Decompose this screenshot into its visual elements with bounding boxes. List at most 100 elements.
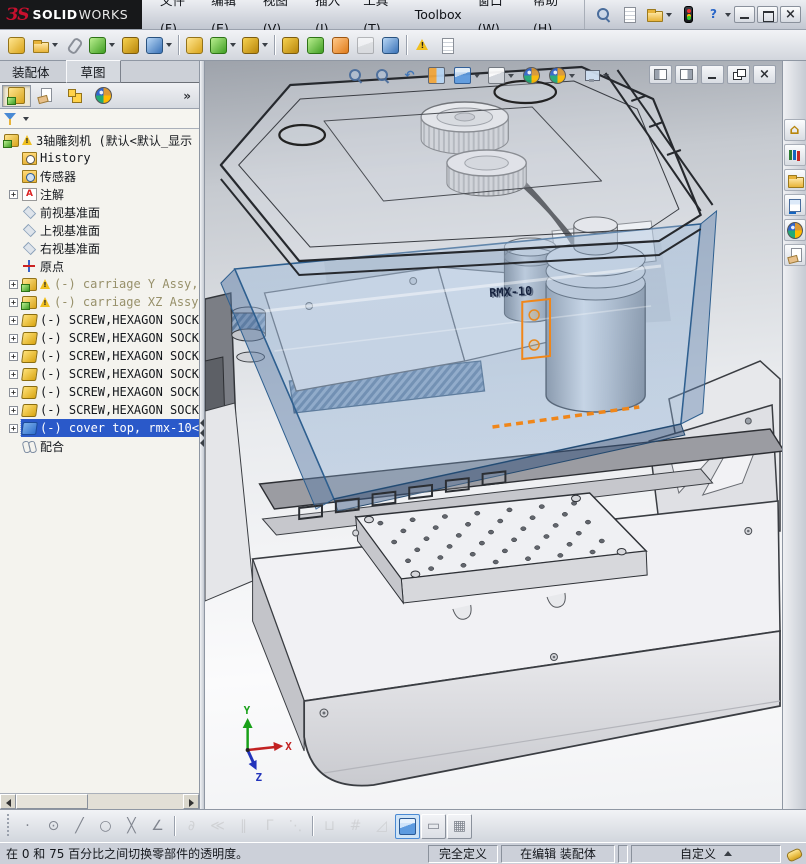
- new-sketch-button[interactable]: [239, 33, 271, 58]
- dropdown-arrow-icon[interactable]: [603, 73, 609, 78]
- custom-properties-button[interactable]: [783, 244, 806, 266]
- relation-perpendicular-button[interactable]: Γ: [257, 814, 282, 839]
- viewport-3d-model[interactable]: RMX-10 RMX-10 Y X Z: [205, 61, 782, 809]
- expand-icon[interactable]: +: [9, 351, 18, 361]
- relation-spline-button[interactable]: ⋱: [283, 814, 308, 839]
- window-minimize-button[interactable]: [734, 6, 755, 23]
- tree-item[interactable]: 前视基准面: [0, 203, 199, 221]
- open-part-button[interactable]: [29, 33, 61, 58]
- toolbar-grip[interactable]: [5, 814, 12, 838]
- panel-horizontal-scrollbar[interactable]: [0, 793, 199, 809]
- zoom-to-area-button[interactable]: [370, 64, 395, 87]
- relation-parallel-button[interactable]: ∥: [231, 814, 256, 839]
- motion-study-button[interactable]: [278, 33, 303, 58]
- tab-assembly[interactable]: 装配体: [6, 61, 56, 82]
- sketch-trim-button[interactable]: ╳: [119, 814, 144, 839]
- expand-icon[interactable]: +: [9, 369, 18, 379]
- displaymanager-button[interactable]: [89, 85, 118, 107]
- sketch-angle-button[interactable]: ∠: [145, 814, 170, 839]
- featuremanager-tree-button[interactable]: [2, 84, 31, 107]
- smart-fasteners-button[interactable]: [118, 33, 143, 58]
- solidworks-resources-button[interactable]: ⌂: [783, 119, 806, 141]
- previous-view-button[interactable]: ↶: [397, 64, 422, 87]
- sketch-point-button[interactable]: ·: [15, 814, 40, 839]
- relation-equal-button[interactable]: ≪: [205, 814, 230, 839]
- tree-item[interactable]: 右视基准面: [0, 239, 199, 257]
- display-style-button[interactable]: [485, 64, 517, 87]
- edit-appearance-button[interactable]: [519, 64, 544, 87]
- open-document-button[interactable]: [643, 2, 675, 27]
- dropdown-arrow-icon[interactable]: [474, 73, 480, 78]
- window-restore-button[interactable]: [757, 6, 778, 23]
- dropdown-arrow-icon[interactable]: [230, 43, 236, 47]
- tree-item[interactable]: + 注解: [0, 185, 199, 203]
- dropdown-arrow-icon[interactable]: [725, 12, 731, 17]
- table-display-button[interactable]: ▦: [447, 813, 472, 839]
- view-orientation-button[interactable]: [451, 64, 483, 87]
- assembly-features-button[interactable]: [207, 33, 239, 58]
- expand-icon[interactable]: +: [9, 279, 18, 289]
- tab-sketch[interactable]: 草图: [65, 60, 121, 83]
- shaded-with-edges-button[interactable]: [395, 813, 420, 839]
- pane-right-button[interactable]: [675, 65, 698, 84]
- sketch-line-button[interactable]: ╱: [67, 814, 92, 839]
- tree-item-selected[interactable]: + (-) cover top, rmx-10<1>: [0, 419, 199, 437]
- configurationmanager-button[interactable]: [60, 85, 89, 107]
- interference-detection-button[interactable]: [410, 33, 435, 58]
- move-component-button[interactable]: [182, 33, 207, 58]
- component-preview-window-button[interactable]: [303, 33, 328, 58]
- status-custom-dropdown[interactable]: 自定义: [631, 844, 781, 863]
- tree-item[interactable]: + (-) SCREW,HEXAGON SOCKET H: [0, 329, 199, 347]
- tree-item[interactable]: + (-) SCREW,HEXAGON SOCKET H: [0, 311, 199, 329]
- tree-item[interactable]: 传感器: [0, 167, 199, 185]
- insert-component-button[interactable]: [4, 33, 29, 58]
- new-document-button[interactable]: [617, 2, 642, 27]
- tree-item[interactable]: + (-) SCREW,HEXAGON SOCKET H: [0, 383, 199, 401]
- sketch-chamfer-button[interactable]: ◿: [369, 814, 394, 839]
- graphics-viewport[interactable]: RMX-10 RMX-10 Y X Z ↶ ×: [205, 61, 782, 809]
- solidworks-rx-button[interactable]: [676, 2, 701, 27]
- zoom-to-fit-button[interactable]: [343, 64, 368, 87]
- dropdown-arrow-icon[interactable]: [569, 73, 575, 78]
- tree-item[interactable]: 原点: [0, 257, 199, 275]
- explode-line-sketch-button[interactable]: [353, 33, 378, 58]
- measure-button[interactable]: [378, 33, 403, 58]
- convert-entities-button[interactable]: ⊔: [317, 814, 342, 839]
- dropdown-arrow-icon[interactable]: [52, 43, 58, 47]
- dropdown-arrow-icon[interactable]: [508, 73, 514, 78]
- doc-restore-button[interactable]: [727, 65, 750, 84]
- sketch-grid-button[interactable]: #: [343, 814, 368, 839]
- expand-icon[interactable]: +: [9, 333, 18, 343]
- dropdown-arrow-icon[interactable]: [262, 43, 268, 47]
- filter-funnel-icon[interactable]: [3, 111, 18, 126]
- rotate-component-button[interactable]: [143, 33, 175, 58]
- expand-icon[interactable]: +: [9, 423, 18, 433]
- tree-item[interactable]: + (-) SCREW,HEXAGON SOCKET H: [0, 365, 199, 383]
- scroll-right-arrow[interactable]: [183, 794, 199, 809]
- dropdown-arrow-icon[interactable]: [109, 43, 115, 47]
- expand-icon[interactable]: +: [9, 315, 18, 325]
- view-palette-button[interactable]: [783, 194, 806, 216]
- tree-item[interactable]: + (-) carriage XZ Assy,rm: [0, 293, 199, 311]
- attachment-button[interactable]: [61, 33, 86, 58]
- search-button[interactable]: [591, 2, 616, 27]
- dropdown-arrow-icon[interactable]: [666, 12, 672, 17]
- expand-icon[interactable]: +: [9, 297, 18, 307]
- pane-left-button[interactable]: [649, 65, 672, 84]
- design-library-button[interactable]: [783, 144, 806, 166]
- expand-icon[interactable]: +: [9, 189, 18, 199]
- section-view-button[interactable]: [424, 64, 449, 87]
- tag-icon[interactable]: [784, 846, 804, 862]
- scroll-left-arrow[interactable]: [0, 794, 16, 809]
- exploded-view-button[interactable]: [328, 33, 353, 58]
- tree-item[interactable]: 3轴雕刻机 (默认<默认_显示: [0, 131, 199, 149]
- window-close-button[interactable]: ×: [780, 6, 801, 23]
- expand-icon[interactable]: +: [9, 387, 18, 397]
- mate-button[interactable]: [86, 33, 118, 58]
- tree-item[interactable]: + (-) SCREW,HEXAGON SOCKET H: [0, 401, 199, 419]
- tree-item[interactable]: + (-) carriage Y Assy, rm: [0, 275, 199, 293]
- view-settings-button[interactable]: [580, 64, 612, 87]
- planar-display-button[interactable]: ▭: [421, 813, 446, 839]
- doc-minimize-button[interactable]: [701, 65, 724, 84]
- sketch-circle-button[interactable]: ⊙: [41, 814, 66, 839]
